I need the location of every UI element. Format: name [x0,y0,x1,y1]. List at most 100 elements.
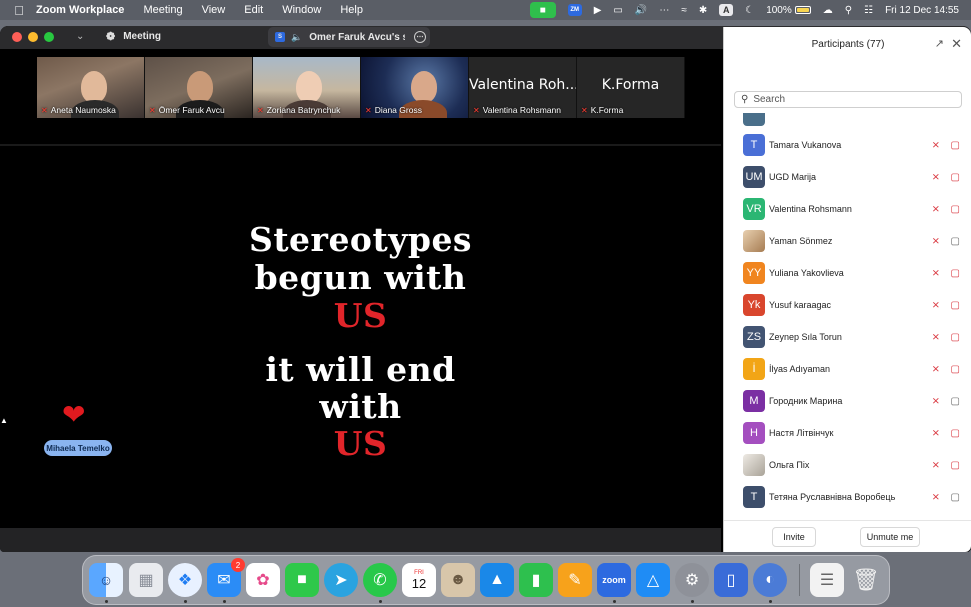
facetime-icon[interactable]: ■ [285,563,319,597]
list-item[interactable]: Ольга Піх ⨯ ▢ [724,449,971,481]
slide-text-line: with [319,387,402,426]
video-tile[interactable]: ✕ Zoriana Batrynchuk [253,57,361,118]
list-item[interactable]: Т Тетяна Руславнівна Воробець ⨯ ▢ [724,481,971,513]
moon-icon[interactable]: ☾ [745,5,754,16]
launchpad-icon[interactable]: ▦ [129,563,163,597]
mic-muted-icon: ⨯ [931,459,940,471]
slide-text-line: Stereotypes [248,220,473,259]
tile-display-name: Valentina Roh... [469,77,577,93]
telegram-icon[interactable]: ➤ [324,563,358,597]
menu-view[interactable]: View [202,4,226,16]
minimize-window-button[interactable] [28,32,38,42]
video-off-icon: ▢ [950,139,960,151]
pop-out-icon[interactable]: ↗ [935,37,944,50]
mic-muted-icon: ⨯ [931,171,940,183]
list-item[interactable]: ZS Zeynep Sıla Torun ⨯ ▢ [724,321,971,353]
participants-panel: Participants (77) ↗ ✕ ⚲ Search T Tamara … [723,27,971,552]
tile-name-label: Diana Gross [374,105,422,115]
trash-icon[interactable]: 🗑 [849,563,883,597]
tile-name-label: Zoriana Batrynchuk [266,105,341,115]
zoom-app-icon[interactable]: zoom [597,563,631,597]
zoom-mini-icon[interactable]: ZM [567,4,582,16]
control-center-icon[interactable]: ☷ [864,5,873,16]
display-icon[interactable]: ▭ [613,5,622,16]
participant-search-input[interactable]: ⚲ Search [734,91,962,108]
list-item[interactable]: T Tamara Vukanova ⨯ ▢ [724,129,971,161]
video-tile[interactable]: ✕ Diana Gross [361,57,469,118]
mouse-cursor-icon: ▲ [0,416,8,425]
video-tile[interactable]: K.Forma ✕ K.Forma [577,57,685,118]
list-item[interactable]: YY Yuliana Yakovlieva ⨯ ▢ [724,257,971,289]
chevron-down-icon[interactable]: ⌄ [76,31,84,42]
clock[interactable]: Fri 12 Dec 14:55 [885,5,959,16]
reaction-sender-label: Mihaela Temelko [44,440,112,456]
app-store-icon[interactable]: △ [636,563,670,597]
whatsapp-icon[interactable]: ✆ [363,563,397,597]
pages-icon[interactable]: ✎ [558,563,592,597]
avatar: Т [743,486,765,508]
participant-name: Городник Марина [769,396,843,406]
video-tile[interactable]: Valentina Roh... ✕ Valentina Rohsmann [469,57,577,118]
calendar-icon[interactable]: FRI 12 [402,563,436,597]
dots-icon[interactable]: ⋯ [659,5,669,16]
bluetooth-icon[interactable]: ✱ [699,5,707,16]
volume-icon[interactable]: 🔊 [635,5,647,16]
system-settings-icon[interactable]: ⚙ [675,563,709,597]
battery-indicator[interactable]: 100% [766,5,811,16]
video-off-icon: ▢ [950,267,960,279]
input-source-icon[interactable]: A [719,4,734,16]
list-item[interactable]: Yk Yusuf karaagac ⨯ ▢ [724,289,971,321]
menu-help[interactable]: Help [340,4,363,16]
share-tab-label: Ömer Faruk Avcu's screen [309,31,405,43]
list-item[interactable]: Н Настя Літвінчук ⨯ ▢ [724,417,971,449]
meeting-tab[interactable]: ❁ Meeting [106,30,161,43]
contacts-icon[interactable]: ☻ [441,563,475,597]
menu-edit[interactable]: Edit [244,4,263,16]
safari-icon[interactable]: ❖ [168,563,202,597]
document-thumbnail-icon[interactable]: ☰ [810,563,844,597]
video-off-icon: ▢ [950,331,960,343]
mail-icon[interactable]: ✉ 2 [207,558,245,597]
device-app-icon[interactable]: ▯ [714,563,748,597]
cloud-icon[interactable]: ☁ [823,5,833,16]
list-item[interactable]: İ İlyas Adıyaman ⨯ ▢ [724,353,971,385]
participant-name: Настя Літвінчук [769,428,834,438]
apple-icon[interactable]:  [12,3,26,18]
mic-muted-icon: ✕ [473,105,480,115]
numbers-icon[interactable]: ▮ [519,563,553,597]
close-window-button[interactable] [12,32,22,42]
unmute-me-button[interactable]: Unmute me [860,527,920,547]
invite-button[interactable]: Invite [772,527,816,547]
finder-icon[interactable]: ☺ [89,563,123,597]
list-item[interactable]: М Городник Марина ⨯ ▢ [724,385,971,417]
video-tile[interactable]: ✕ Aneta Naumoska [37,57,145,118]
video-tile[interactable]: ✕ Ömer Faruk Avcu [145,57,253,118]
camera-status-icon[interactable]: ■ [529,2,556,18]
slide-text-line: it will end [265,350,456,389]
close-icon[interactable]: ✕ [951,36,962,52]
keynote-icon[interactable]: ▲ [480,563,514,597]
wifi-icon[interactable]: ≈ [681,5,687,16]
menu-meeting[interactable]: Meeting [143,4,182,16]
avatar: Yk [743,294,765,316]
list-item[interactable]: UM UGD Marija ⨯ ▢ [724,161,971,193]
screen-share-tab[interactable]: S 🔈 Ömer Faruk Avcu's screen ⋯ [268,27,430,47]
spotlight-icon[interactable]: ⚲ [845,5,852,16]
mic-muted-icon: ⨯ [931,235,940,247]
play-icon[interactable]: ▶ [594,5,602,16]
mic-muted-icon: ⨯ [931,139,940,151]
speaker-icon[interactable]: 🔈 [291,32,302,43]
menu-zoom-workplace[interactable]: Zoom Workplace [36,4,124,16]
participant-name: Valentina Rohsmann [769,204,852,214]
list-item[interactable]: VR Valentina Rohsmann ⨯ ▢ [724,193,971,225]
participant-list[interactable]: T Tamara Vukanova ⨯ ▢ UM UGD Marija ⨯ ▢ … [724,113,971,513]
list-item[interactable]: Yaman Sönmez ⨯ ▢ [724,225,971,257]
more-options-icon[interactable]: ⋯ [414,31,426,43]
photos-icon[interactable]: ✿ [246,563,280,597]
video-off-icon: ▢ [950,427,960,439]
tile-name: ✕ Diana Gross [365,105,422,115]
fullscreen-window-button[interactable] [44,32,54,42]
menu-window[interactable]: Window [282,4,321,16]
utility-app-icon[interactable]: ◐ [753,563,787,597]
participant-name: İlyas Adıyaman [769,364,831,374]
